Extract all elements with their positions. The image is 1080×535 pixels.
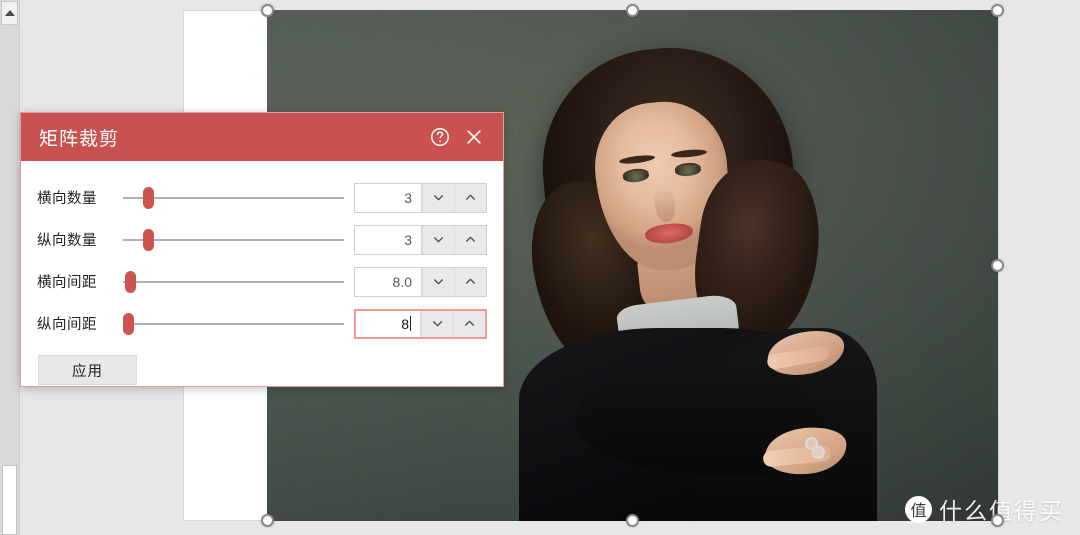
slider[interactable] [123,270,344,293]
triangle-up-icon [4,10,15,16]
slider-thumb[interactable] [125,270,137,293]
handle-top-right[interactable] [991,4,1004,17]
chevron-down-icon[interactable] [422,267,454,296]
chevron-down-icon[interactable] [422,183,454,212]
slider-thumb[interactable] [142,228,154,251]
spinner[interactable]: 3 [354,224,487,255]
row-label: 纵向数量 [37,233,97,249]
handle-bottom-center[interactable] [626,514,639,527]
row-label: 纵向间距 [37,317,97,333]
spinner[interactable]: 8 [354,308,487,339]
chevron-up-icon[interactable] [454,267,486,296]
spinner-input[interactable]: 8 [356,310,421,337]
spinner[interactable]: 8.0 [354,266,487,297]
vertical-scrollbar[interactable] [0,0,20,535]
row-label: 横向间距 [37,275,97,291]
dialog-row: 横向数量 3 [37,177,487,218]
slider-thumb[interactable] [142,186,154,209]
spinner-input[interactable]: 8.0 [355,267,422,296]
slider[interactable] [123,186,344,209]
handle-top-center[interactable] [626,4,639,17]
spinner-value-text: 3 [404,189,412,206]
chevron-up-icon[interactable] [453,310,485,337]
chevron-down-icon[interactable] [421,310,453,337]
slider-track [123,196,344,199]
spinner-value-text: 3 [404,231,412,248]
close-icon[interactable] [457,120,491,154]
handle-top-left[interactable] [261,4,274,17]
dialog-row: 纵向间距 8 [37,303,487,344]
dialog-rows: 横向数量 3 纵向数量 3 横向间距 8.0 纵向间距 8 [37,177,487,344]
chevron-down-icon[interactable] [422,225,454,254]
spinner-value-text: 8.0 [392,273,412,290]
dialog-row: 纵向数量 3 [37,219,487,260]
handle-bottom-left[interactable] [261,514,274,527]
spinner[interactable]: 3 [354,182,487,213]
matrix-crop-dialog: 矩阵裁剪 横向数量 3 纵向数量 3 横向间距 8.0 纵向间距 8 应用 [20,112,504,387]
chevron-up-icon[interactable] [454,225,486,254]
slider[interactable] [123,228,344,251]
dialog-body: 横向数量 3 纵向数量 3 横向间距 8.0 纵向间距 8 应用 [21,161,503,397]
text-caret [410,316,411,331]
dialog-row: 横向间距 8.0 [37,261,487,302]
slider[interactable] [123,312,344,335]
handle-middle-right[interactable] [991,259,1004,272]
handle-bottom-right[interactable] [991,514,1004,527]
slider-thumb[interactable] [123,312,134,335]
spinner-input[interactable]: 3 [355,225,422,254]
row-label: 横向数量 [37,191,97,207]
dialog-titlebar: 矩阵裁剪 [21,113,503,161]
help-circle-icon[interactable] [423,120,457,154]
spinner-value-text: 8 [401,315,409,332]
scrollbar-thumb[interactable] [2,465,17,535]
app-root: 值 什么值得买 矩阵裁剪 横向数量 3 纵向数量 3 横向间距 8.0 纵向间距 8 [0,0,1080,535]
slider-track [123,322,344,325]
slider-track [123,238,344,241]
chevron-up-icon[interactable] [454,183,486,212]
apply-row: 应用 [37,355,487,385]
apply-button[interactable]: 应用 [38,355,137,385]
dialog-title: 矩阵裁剪 [39,127,120,150]
scroll-up-button[interactable] [1,1,18,25]
spinner-input[interactable]: 3 [355,183,422,212]
slider-track [123,280,344,283]
